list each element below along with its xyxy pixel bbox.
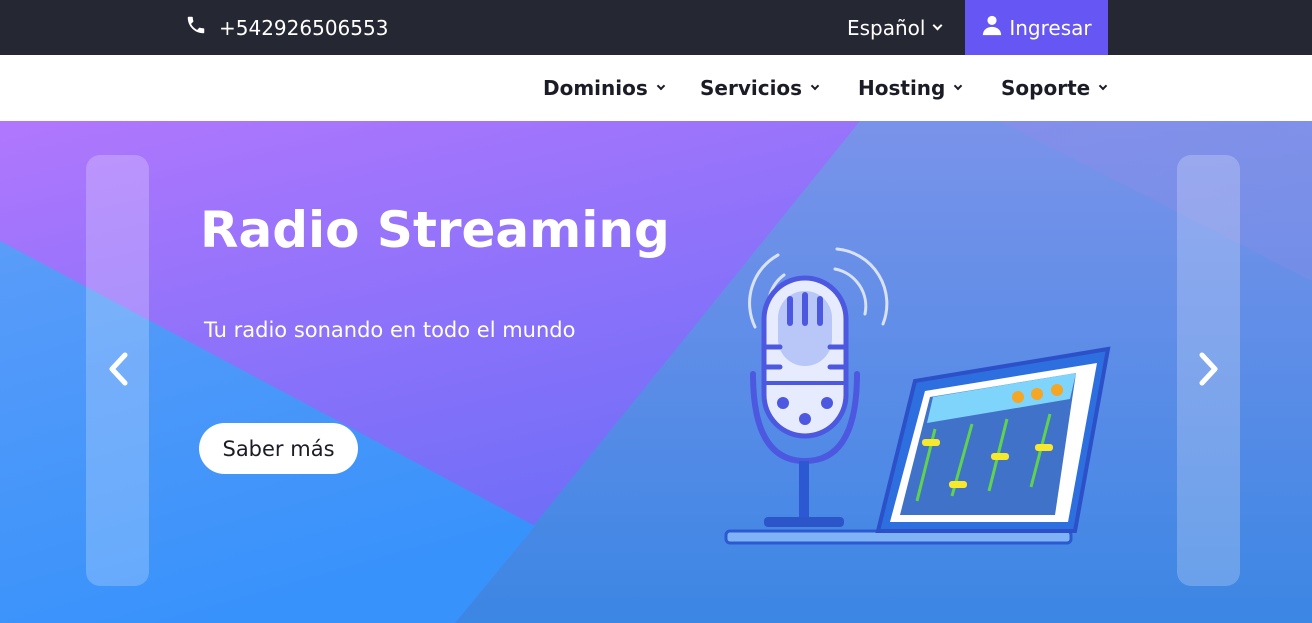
chevron-down-icon	[656, 81, 666, 90]
chevron-right-icon	[1196, 352, 1222, 390]
chevron-down-icon	[1098, 81, 1108, 90]
login-button[interactable]: Ingresar	[965, 0, 1108, 55]
nav-item-label: Servicios	[700, 76, 803, 100]
chevron-down-icon	[810, 81, 820, 90]
hero-slider: Radio Streaming Tu radio sonando en todo…	[0, 121, 1312, 623]
learn-more-button[interactable]: Saber más	[199, 423, 358, 474]
user-icon	[981, 14, 1009, 41]
slider-next-button[interactable]	[1177, 155, 1240, 586]
chevron-left-icon	[105, 352, 131, 390]
language-selector[interactable]: Español	[847, 0, 943, 55]
nav-item-label: Soporte	[1001, 76, 1091, 100]
chevron-down-icon	[954, 81, 963, 90]
phone-icon	[185, 14, 219, 41]
phone-contact[interactable]: +542926506553	[185, 0, 388, 55]
top-bar: +542926506553 Español Ingresar	[0, 0, 1312, 55]
language-label: Español	[847, 15, 926, 40]
hero-title: Radio Streaming	[200, 201, 670, 259]
login-label: Ingresar	[1009, 15, 1092, 40]
nav-item-dominios[interactable]: Dominios	[543, 55, 666, 121]
nav-item-hosting[interactable]: Hosting	[858, 55, 963, 121]
nav-item-servicios[interactable]: Servicios	[700, 55, 820, 121]
nav-item-label: Hosting	[858, 76, 946, 100]
slider-prev-button[interactable]	[86, 155, 149, 586]
hero-subtitle: Tu radio sonando en todo el mundo	[204, 318, 576, 342]
phone-number: +542926506553	[219, 15, 389, 40]
nav-item-soporte[interactable]: Soporte	[1001, 55, 1108, 121]
nav-item-label: Dominios	[543, 76, 648, 100]
microphone-and-laptop-illustration	[724, 247, 1111, 545]
main-nav: Dominios Servicios Hosting Soporte	[0, 55, 1312, 121]
chevron-down-icon	[933, 20, 943, 30]
